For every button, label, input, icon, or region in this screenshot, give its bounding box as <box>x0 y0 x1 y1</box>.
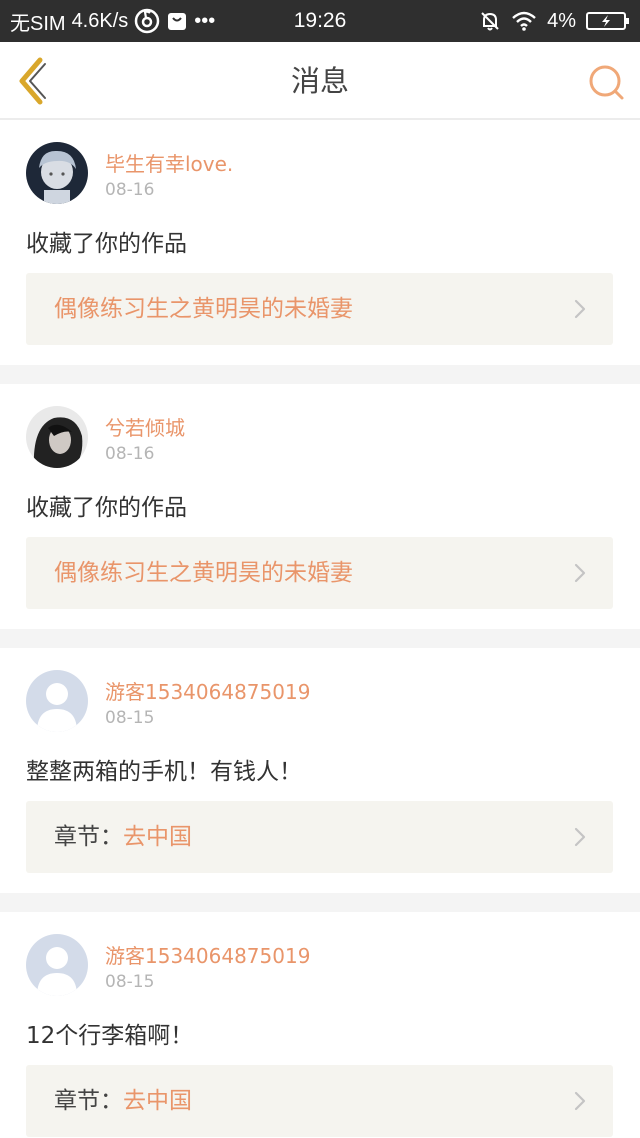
chapter-link[interactable]: 章节：去中国 <box>26 1065 613 1137</box>
message-text: 整整两箱的手机！有钱人！ <box>26 759 302 785</box>
chevron-right-icon <box>574 827 586 847</box>
chapter-title: 去中国 <box>123 1088 192 1114</box>
default-user-icon <box>26 934 88 996</box>
divider <box>0 629 640 648</box>
message-date: 08-15 <box>105 708 155 728</box>
avatar[interactable] <box>26 934 88 996</box>
work-title: 偶像练习生之黄明昊的未婚妻 <box>54 296 353 322</box>
status-bar: 无SIM 4.6K/s ••• 19:26 4% <box>0 0 640 42</box>
work-link[interactable]: 偶像练习生之黄明昊的未婚妻 <box>26 537 613 609</box>
mute-bell-icon <box>479 10 501 32</box>
message-card: 游客1534064875019 08-15 12个行李箱啊！ 章节：去中国 <box>0 912 640 1138</box>
message-text: 收藏了你的作品 <box>26 231 187 257</box>
message-card: 兮若倾城 08-16 收藏了你的作品 偶像练习生之黄明昊的未婚妻 <box>0 384 640 629</box>
avatar[interactable] <box>26 142 88 204</box>
work-link-text: 偶像练习生之黄明昊的未婚妻 <box>54 273 353 345</box>
message-date: 08-15 <box>105 972 155 992</box>
chapter-link-text: 章节：去中国 <box>54 801 192 873</box>
message-list: 毕生有幸love. 08-16 收藏了你的作品 偶像练习生之黄明昊的未婚妻 兮若… <box>0 120 640 1138</box>
work-title: 偶像练习生之黄明昊的未婚妻 <box>54 560 353 586</box>
nav-bar: 消息 <box>0 42 640 120</box>
work-link-text: 偶像练习生之黄明昊的未婚妻 <box>54 537 353 609</box>
chapter-link-text: 章节：去中国 <box>54 1065 192 1137</box>
username[interactable]: 毕生有幸love. <box>105 148 233 177</box>
message-text: 收藏了你的作品 <box>26 495 187 521</box>
photo-avatar-icon <box>26 406 88 468</box>
divider <box>0 893 640 912</box>
divider <box>0 365 640 384</box>
wifi-icon <box>511 10 537 32</box>
username[interactable]: 游客1534064875019 <box>105 940 310 969</box>
message-text: 12个行李箱啊！ <box>26 1023 194 1049</box>
message-card: 游客1534064875019 08-15 整整两箱的手机！有钱人！ 章节：去中… <box>0 648 640 893</box>
battery-charging-icon <box>586 11 630 31</box>
username[interactable]: 兮若倾城 <box>105 412 185 441</box>
photo-avatar-icon <box>26 142 88 204</box>
avatar[interactable] <box>26 670 88 732</box>
chevron-right-icon <box>574 563 586 583</box>
battery-percent: 4% <box>547 9 576 32</box>
page-title: 消息 <box>290 64 349 98</box>
default-user-icon <box>26 670 88 732</box>
status-bar-right: 4% <box>479 0 630 42</box>
message-date: 08-16 <box>105 180 155 200</box>
avatar[interactable] <box>26 406 88 468</box>
chevron-right-icon <box>574 1091 586 1111</box>
link-prefix: 章节： <box>54 824 123 850</box>
chevron-right-icon <box>574 299 586 319</box>
search-button[interactable] <box>586 62 626 102</box>
search-icon <box>589 65 624 100</box>
chapter-title: 去中国 <box>123 824 192 850</box>
link-prefix: 章节： <box>54 1088 123 1114</box>
username[interactable]: 游客1534064875019 <box>105 676 310 705</box>
message-date: 08-16 <box>105 444 155 464</box>
chapter-link[interactable]: 章节：去中国 <box>26 801 613 873</box>
work-link[interactable]: 偶像练习生之黄明昊的未婚妻 <box>26 273 613 345</box>
message-card: 毕生有幸love. 08-16 收藏了你的作品 偶像练习生之黄明昊的未婚妻 <box>0 120 640 365</box>
